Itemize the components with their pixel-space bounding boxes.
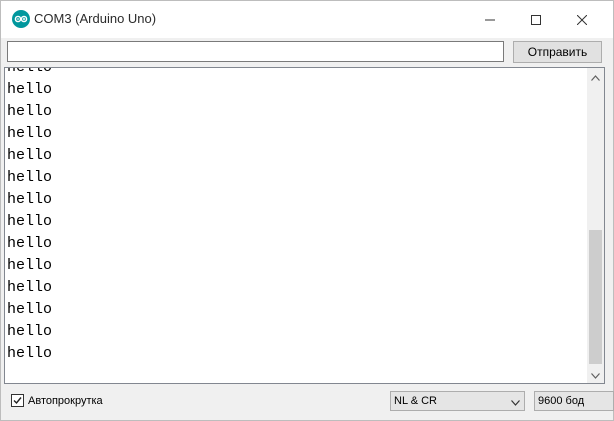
maximize-icon: [531, 14, 541, 25]
output-line: hello: [7, 213, 53, 230]
arduino-icon: [12, 10, 30, 28]
send-button[interactable]: Отправить: [513, 41, 602, 63]
output-line: hello: [7, 103, 53, 120]
title-bar[interactable]: COM3 (Arduino Uno): [1, 1, 613, 38]
output-line: hello: [7, 81, 53, 98]
line-ending-select[interactable]: NL & CR: [390, 391, 525, 411]
autoscroll-toggle[interactable]: Автопрокрутка: [11, 394, 103, 407]
output-line: hello: [7, 345, 53, 362]
chevron-up-icon: [591, 68, 600, 86]
output-line: hello: [7, 125, 53, 142]
scroll-down-button[interactable]: [587, 366, 604, 383]
minimize-icon: [485, 15, 495, 25]
scroll-thumb[interactable]: [589, 230, 602, 364]
output-line: hello: [7, 169, 53, 186]
window-title: COM3 (Arduino Uno): [34, 11, 157, 26]
baud-rate-select[interactable]: 9600 бод: [534, 391, 614, 411]
baud-rate-value: 9600 бод: [538, 395, 585, 407]
serial-monitor-window: COM3 (Arduino Uno) Отправить hello hello h…: [0, 0, 614, 421]
output-line: hello: [7, 301, 53, 318]
serial-output[interactable]: hello hello hello hello hello hello hello hello…: [4, 67, 605, 384]
minimize-button[interactable]: [467, 1, 513, 38]
vertical-scrollbar[interactable]: [587, 68, 604, 383]
maximize-button[interactable]: [513, 1, 559, 38]
close-icon: [577, 14, 587, 25]
output-line: hello: [7, 67, 53, 76]
autoscroll-label: Автопрокрутка: [28, 394, 103, 407]
chevron-down-icon: [511, 397, 520, 409]
output-line: hello: [7, 235, 53, 252]
line-ending-value: NL & CR: [394, 395, 437, 407]
scroll-up-button[interactable]: [587, 68, 604, 85]
output-line: hello: [7, 279, 53, 296]
close-button[interactable]: [559, 1, 605, 38]
autoscroll-checkbox[interactable]: [11, 394, 24, 407]
output-line: hello: [7, 147, 53, 164]
chevron-down-icon: [591, 366, 600, 384]
output-line: hello: [7, 191, 53, 208]
send-input[interactable]: [7, 41, 504, 62]
output-lines: hello hello hello hello hello hello hello hello…: [7, 67, 53, 365]
output-line: hello: [7, 323, 53, 340]
output-line: hello: [7, 257, 53, 274]
